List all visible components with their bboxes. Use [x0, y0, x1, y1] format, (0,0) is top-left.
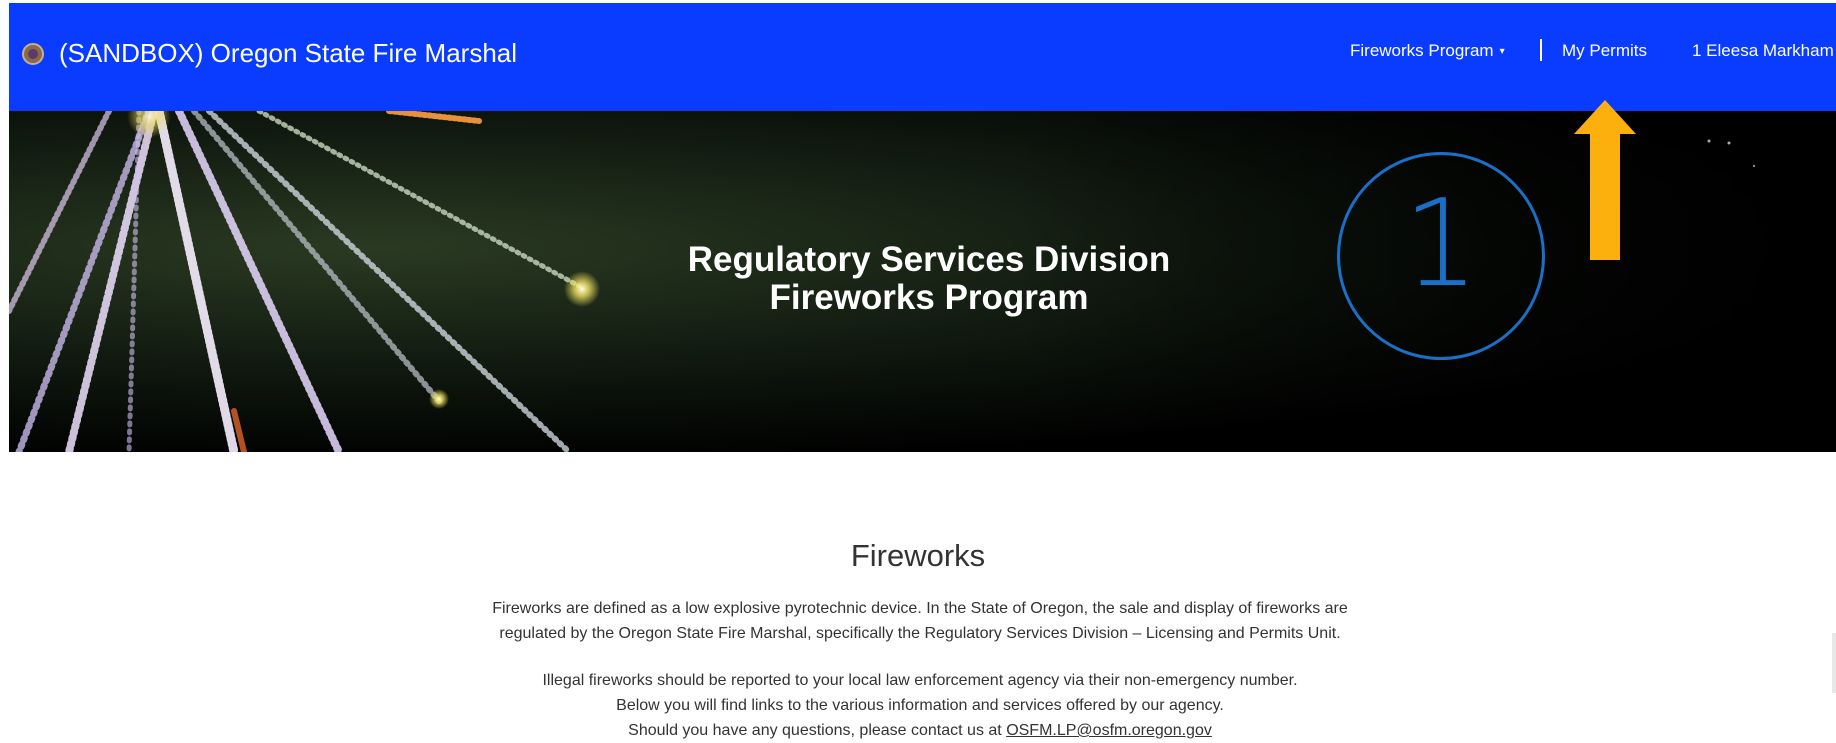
info-line2: Below you will find links to the various… [616, 697, 1224, 714]
hero-title: Regulatory Services Division Fireworks P… [569, 241, 1289, 317]
fireworks-program-dropdown[interactable]: Fireworks Program ▾ [1350, 41, 1505, 61]
section-title-text: Fireworks [850, 538, 986, 573]
annotation-up-arrow-icon [1574, 100, 1636, 260]
nav-divider [1540, 39, 1542, 61]
info-paragraph: Illegal fireworks should be reported to … [420, 668, 1420, 743]
intro-line1: Fireworks are defined as a low explosive… [492, 600, 1348, 617]
my-permits-link[interactable]: My Permits [1562, 41, 1647, 61]
info-line3: Should you have any questions, please co… [420, 718, 1420, 743]
intro-paragraph: Fireworks are defined as a low explosive… [420, 596, 1420, 646]
scrollbar-edge[interactable] [1832, 633, 1836, 693]
info-line1: Illegal fireworks should be reported to … [542, 672, 1298, 689]
osfm-seal-logo[interactable] [22, 43, 44, 65]
hero-title-line2: Fireworks Program [769, 278, 1089, 317]
contact-email-link[interactable]: OSFM.LP@osfm.oregon.gov [1006, 722, 1212, 739]
fireworks-program-label: Fireworks Program [1350, 41, 1494, 60]
annotation-number: 1 [1402, 175, 1480, 314]
site-brand-link[interactable]: (SANDBOX) Oregon State Fire Marshal [59, 38, 517, 69]
user-menu-dropdown[interactable]: 1 Eleesa Markham▾ [1692, 41, 1836, 61]
section-title: Fireworks [0, 538, 1836, 574]
intro-line2: regulated by the Oregon State Fire Marsh… [499, 625, 1341, 642]
hero-title-line1: Regulatory Services Division [687, 240, 1171, 279]
user-name-label: 1 Eleesa Markham [1692, 41, 1834, 60]
caret-down-icon: ▾ [1499, 46, 1505, 57]
main-nav: Fireworks Program ▾ My Permits 1 Eleesa M… [1336, 39, 1836, 65]
top-navbar: (SANDBOX) Oregon State Fire Marshal Fire… [9, 3, 1836, 111]
contact-prefix: Should you have any questions, please co… [628, 722, 1002, 739]
hero-banner: Regulatory Services Division Fireworks P… [9, 111, 1836, 452]
